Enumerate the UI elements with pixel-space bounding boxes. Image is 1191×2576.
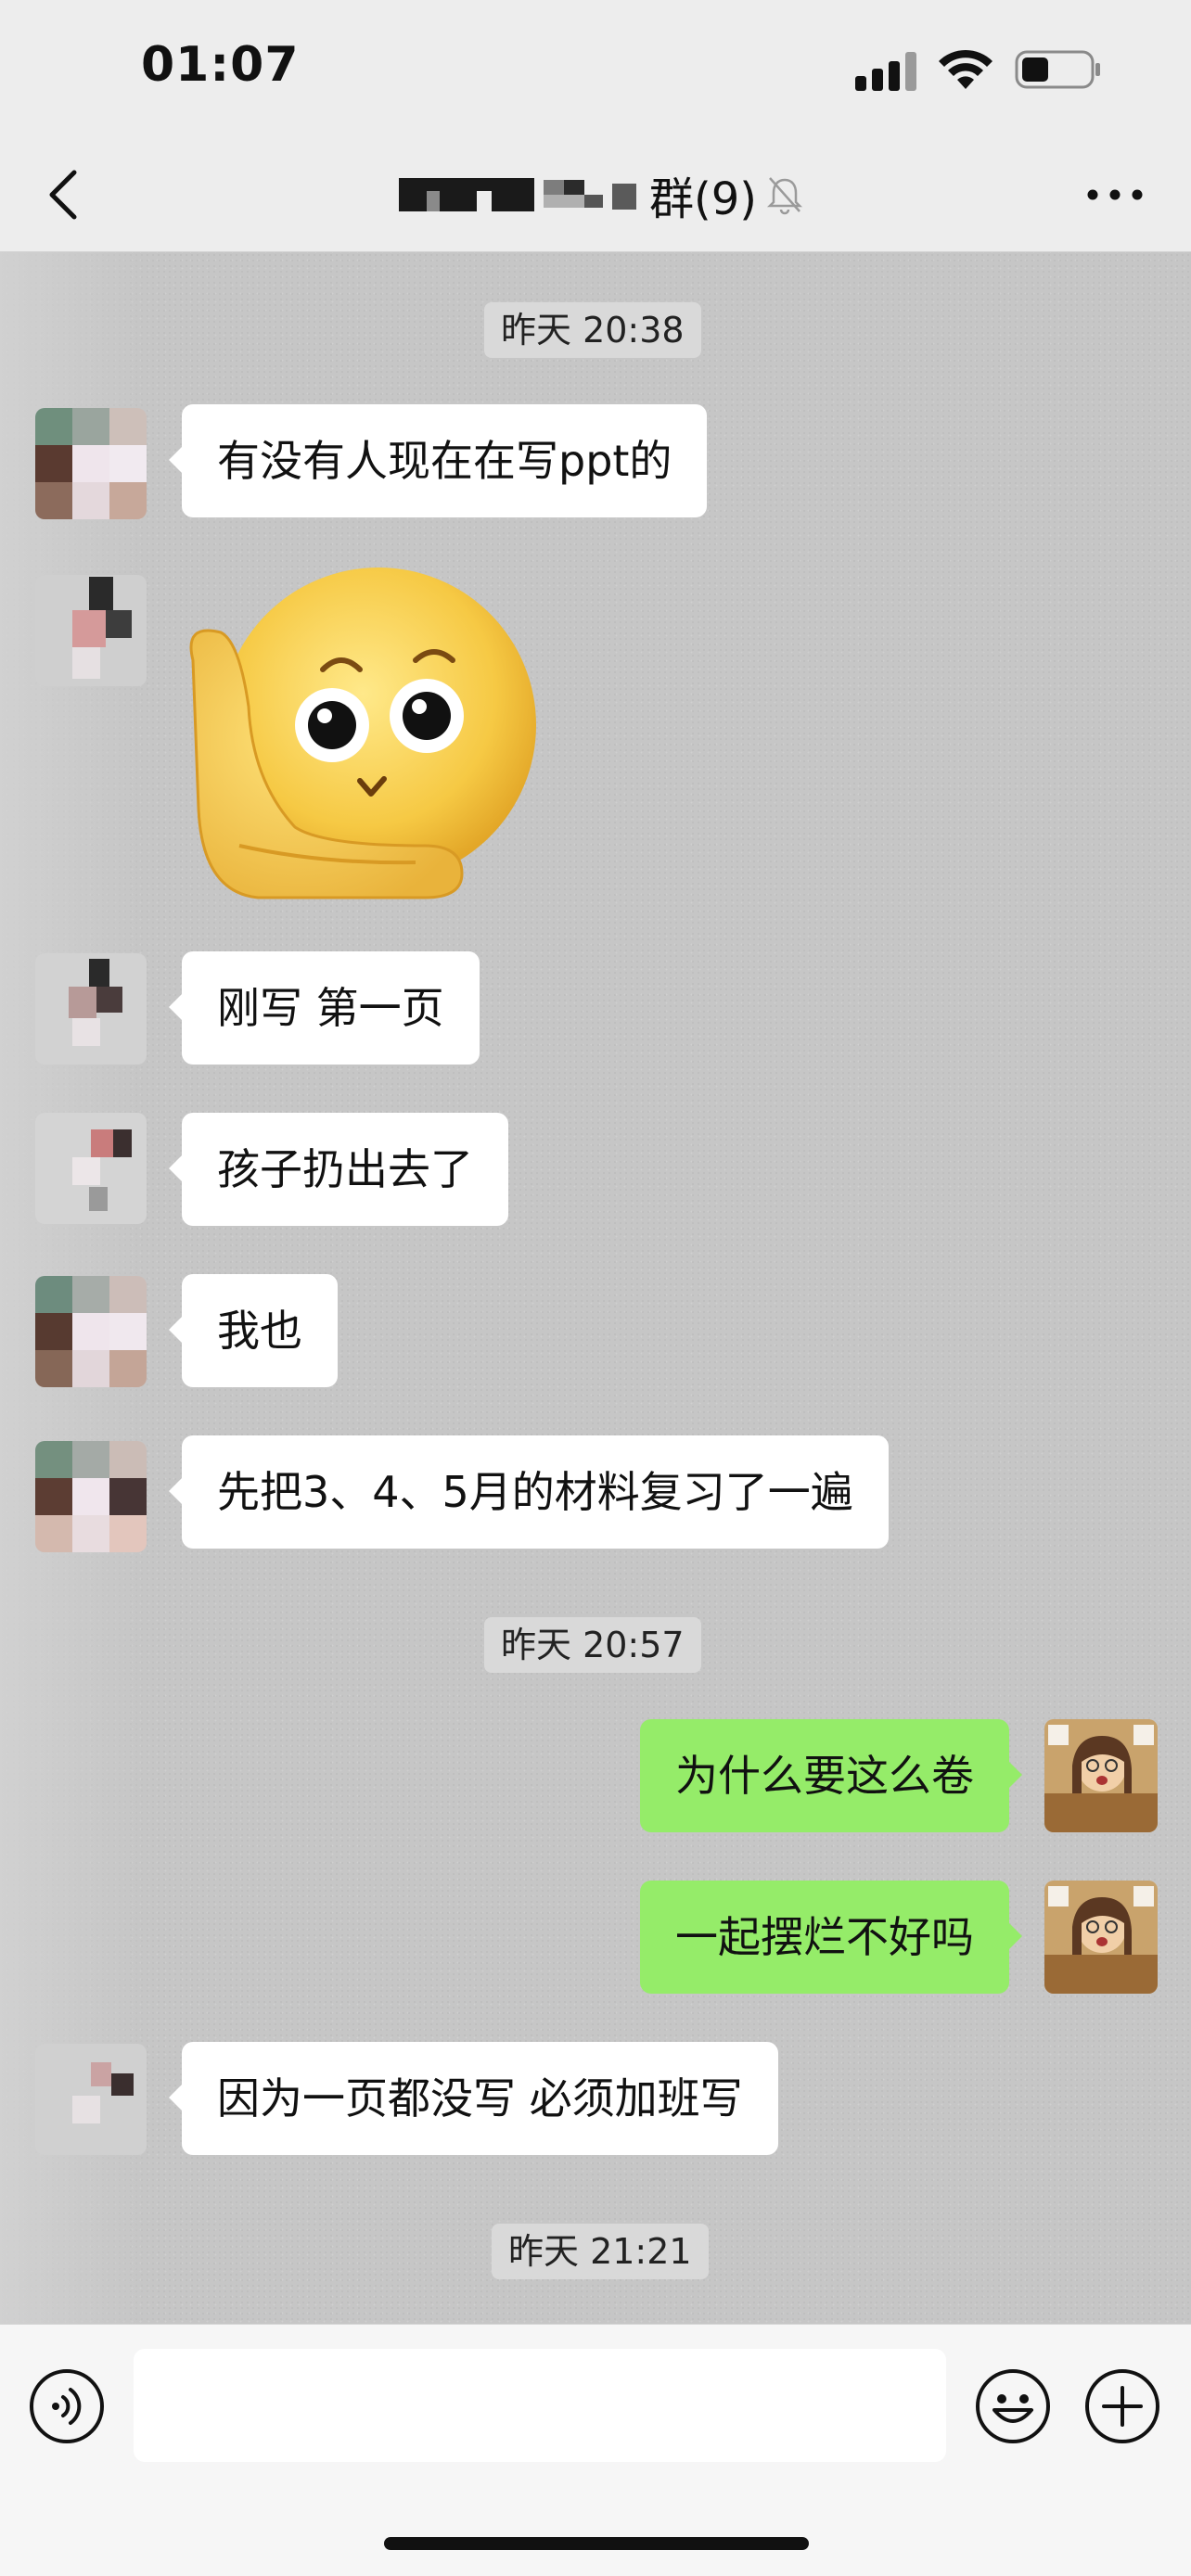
message-bubble-incoming[interactable]: 刚写 第一页 (169, 951, 480, 1065)
battery-icon (1015, 50, 1100, 89)
voice-icon[interactable] (28, 2367, 106, 2445)
message-timestamp: 昨天 21:21 (492, 2224, 709, 2279)
avatar[interactable] (35, 408, 147, 519)
chat-title: 群(9) (649, 173, 757, 225)
message-bubble-incoming[interactable]: 先把3、4、5月的材料复习了一遍 (169, 1435, 889, 1549)
message-bubble-incoming[interactable]: 因为一页都没写 必须加班写 (169, 2042, 778, 2155)
message-timestamp: 昨天 20:38 (484, 302, 701, 358)
home-indicator[interactable] (384, 2537, 809, 2550)
obscured-title-block (544, 176, 603, 213)
message-bubble-outgoing[interactable]: 一起摆烂不好吗 (640, 1881, 1022, 1994)
more-dots-icon[interactable] (1082, 169, 1148, 221)
avatar[interactable] (35, 1441, 147, 1552)
message-bubble-incoming[interactable]: 有没有人现在在写ppt的 (168, 404, 708, 517)
message-list[interactable]: 昨天 20:38 有没有人现在在写ppt的 刚写 第一页 孩子扔出去了 我也 先… (0, 252, 1191, 2324)
obscured-title-block (612, 176, 636, 213)
avatar[interactable] (1044, 1881, 1158, 1994)
status-bar: 01:07 (0, 0, 1191, 139)
avatar[interactable] (35, 953, 147, 1065)
chat-header: 群(9) (0, 139, 1191, 252)
plus-icon[interactable] (1083, 2367, 1161, 2445)
avatar[interactable] (35, 1276, 147, 1387)
bell-off-icon (766, 177, 803, 215)
avatar[interactable] (35, 1113, 147, 1224)
message-bubble-incoming[interactable]: 孩子扔出去了 (169, 1113, 508, 1226)
hand-on-cheek-face-emoji[interactable] (184, 567, 547, 901)
message-input[interactable] (134, 2349, 946, 2462)
message-bubble-incoming[interactable]: 我也 (169, 1274, 338, 1387)
message-timestamp: 昨天 20:57 (484, 1617, 701, 1673)
obscured-title-block (399, 176, 534, 213)
emoji-icon[interactable] (974, 2367, 1052, 2445)
chat-title-group[interactable]: 群(9) (399, 159, 803, 230)
status-time: 01:07 (141, 37, 300, 93)
wifi-icon (939, 49, 992, 89)
cellular-signal-icon (855, 52, 916, 91)
chevron-left-icon[interactable] (37, 159, 93, 230)
message-bubble-outgoing[interactable]: 为什么要这么卷 (640, 1719, 1022, 1832)
avatar[interactable] (35, 575, 147, 686)
avatar[interactable] (1044, 1719, 1158, 1832)
avatar[interactable] (35, 2044, 147, 2155)
